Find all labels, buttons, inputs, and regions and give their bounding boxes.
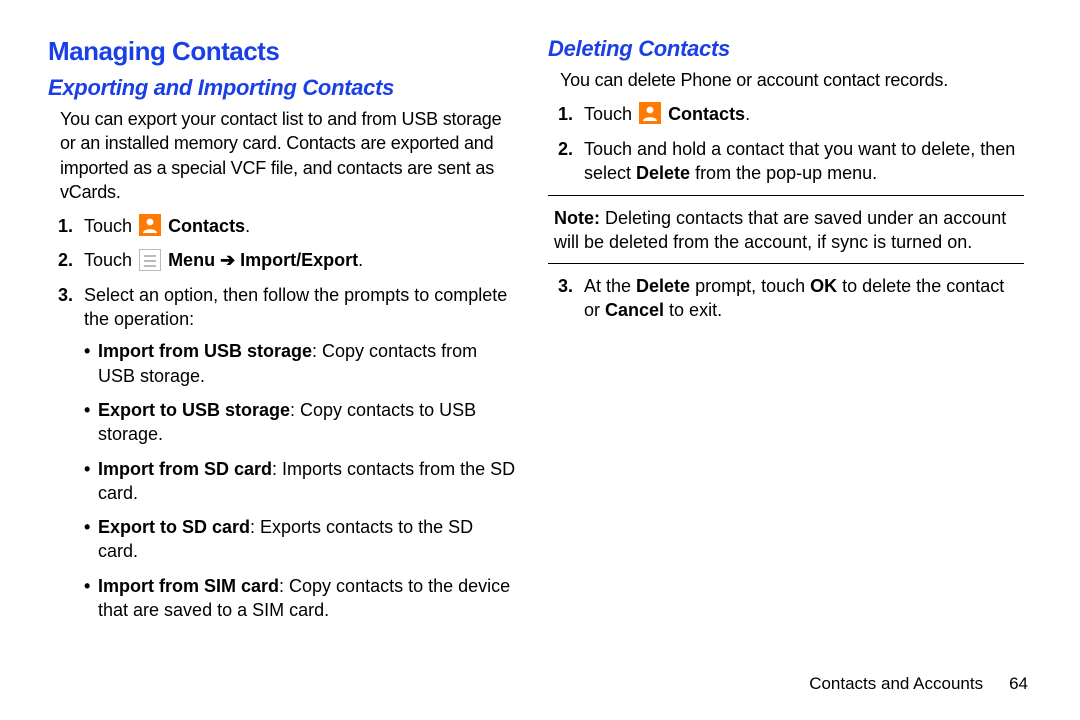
text: . (745, 104, 750, 124)
page: Managing Contacts Exporting and Importin… (0, 0, 1080, 720)
text: Touch (584, 104, 637, 124)
arrow-icon: ➔ (215, 250, 240, 270)
left-column: Managing Contacts Exporting and Importin… (48, 36, 540, 700)
note-label: Note: (554, 208, 600, 228)
label: Import from USB storage (98, 341, 312, 361)
export-options: Import from USB storage: Copy contacts f… (84, 339, 516, 622)
option-export-sd: Export to SD card: Exports contacts to t… (84, 515, 516, 564)
delete-step-1: 1. Touch Contacts. (548, 102, 1024, 126)
label: Import from SIM card (98, 576, 279, 596)
text: Touch (84, 250, 137, 270)
export-step-1: 1. Touch Contacts. (48, 214, 516, 238)
delete-intro: You can delete Phone or account contact … (548, 68, 1024, 92)
ok-label: OK (810, 276, 837, 296)
text: At the (584, 276, 636, 296)
text: Select an option, then follow the prompt… (84, 285, 507, 329)
delete-steps: 1. Touch Contacts. 2. Touch and hold a c… (548, 102, 1024, 185)
label: Export to SD card (98, 517, 250, 537)
divider (548, 263, 1024, 264)
text: to exit. (664, 300, 722, 320)
export-steps: 1. Touch Contacts. 2. Touch Menu ➔ Impor… (48, 214, 516, 622)
step-number: 1. (558, 102, 573, 126)
heading-exporting-importing: Exporting and Importing Contacts (48, 75, 516, 101)
export-intro: You can export your contact list to and … (48, 107, 516, 204)
note: Note: Deleting contacts that are saved u… (548, 206, 1024, 255)
option-import-usb: Import from USB storage: Copy contacts f… (84, 339, 516, 388)
option-import-sim: Import from SIM card: Copy contacts to t… (84, 574, 516, 623)
text: prompt, touch (690, 276, 810, 296)
delete-label: Delete (636, 163, 690, 183)
delete-step-3: 3. At the Delete prompt, touch OK to del… (548, 274, 1024, 323)
page-footer: Contacts and Accounts 64 (809, 674, 1028, 694)
step-number: 2. (558, 137, 573, 161)
option-import-sd: Import from SD card: Imports contacts fr… (84, 457, 516, 506)
footer-section: Contacts and Accounts (809, 674, 983, 693)
text: . (245, 216, 250, 236)
cancel-label: Cancel (605, 300, 664, 320)
step-number: 3. (58, 283, 73, 307)
contacts-icon (139, 214, 161, 236)
import-export-label: Import/Export (240, 250, 358, 270)
page-number: 64 (1009, 674, 1028, 693)
contacts-label: Contacts (668, 104, 745, 124)
text: . (358, 250, 363, 270)
text: from the pop-up menu. (690, 163, 877, 183)
menu-icon (139, 249, 161, 271)
delete-step-2: 2. Touch and hold a contact that you wan… (548, 137, 1024, 186)
option-export-usb: Export to USB storage: Copy contacts to … (84, 398, 516, 447)
contacts-icon (639, 102, 661, 124)
export-step-3: 3. Select an option, then follow the pro… (48, 283, 516, 623)
note-text: Deleting contacts that are saved under a… (554, 208, 1006, 252)
label: Export to USB storage (98, 400, 290, 420)
delete-steps-cont: 3. At the Delete prompt, touch OK to del… (548, 274, 1024, 323)
heading-deleting-contacts: Deleting Contacts (548, 36, 1024, 62)
export-step-2: 2. Touch Menu ➔ Import/Export. (48, 248, 516, 272)
step-number: 1. (58, 214, 73, 238)
heading-managing-contacts: Managing Contacts (48, 36, 516, 67)
contacts-label: Contacts (168, 216, 245, 236)
step-number: 2. (58, 248, 73, 272)
delete-label: Delete (636, 276, 690, 296)
step-number: 3. (558, 274, 573, 298)
right-column: Deleting Contacts You can delete Phone o… (540, 36, 1032, 700)
label: Import from SD card (98, 459, 272, 479)
divider (548, 195, 1024, 196)
menu-label: Menu (168, 250, 215, 270)
text: Touch (84, 216, 137, 236)
